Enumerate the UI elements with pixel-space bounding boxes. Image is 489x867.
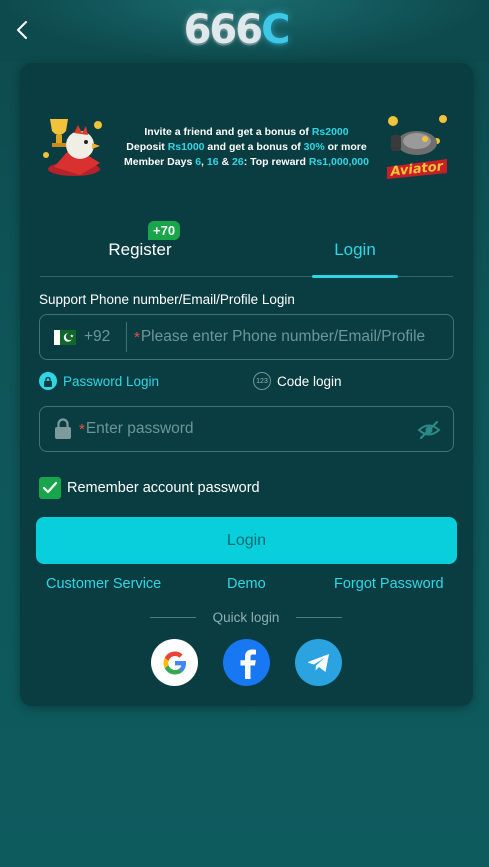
promo-line-2-mid: and get a bonus of (204, 140, 304, 153)
logo-digits: 666 (183, 7, 263, 53)
facebook-login-button[interactable] (223, 639, 270, 686)
phone-input[interactable]: +92 * Please enter Phone number/Email/Pr… (39, 314, 454, 360)
required-mark: * (134, 328, 140, 346)
promo-line-3: Member Days 6, 16 & 26: Top reward Rs1,0… (112, 155, 381, 170)
chevron-left-icon (17, 21, 27, 39)
deposit-amount: Rs1000 (167, 140, 205, 153)
login-button-label: Login (226, 531, 267, 549)
country-code-divider (126, 322, 127, 352)
promo-line-2-post: or more (324, 140, 367, 153)
quick-login-label: Quick login (212, 610, 280, 625)
tab-register-label: Register (108, 240, 172, 259)
back-button[interactable] (10, 16, 34, 44)
deposit-bonus-pct: 30% (303, 140, 325, 153)
remember-password-checkbox[interactable]: Remember account password (39, 477, 260, 499)
password-placeholder: Enter password (85, 420, 194, 437)
code-login-label: Code login (277, 373, 342, 389)
register-bonus-badge: +70 (148, 221, 181, 240)
aviator-label: Aviator (389, 159, 445, 180)
promo-text: Invite a friend and get a bonus of Rs200… (112, 125, 381, 170)
promo-line-2: Deposit Rs1000 and get a bonus of 30% or… (112, 140, 381, 155)
tab-register[interactable]: Register +70 (40, 221, 240, 277)
promo-line-2-text: Deposit (126, 140, 168, 153)
forgot-password-link[interactable]: Forgot Password (334, 576, 444, 592)
telegram-icon (307, 653, 329, 672)
promo-line-3-text: Member Days (124, 155, 196, 168)
country-code[interactable]: +92 (84, 328, 126, 346)
remember-label: Remember account password (67, 480, 260, 496)
promo-line-1-text: Invite a friend and get a bonus of (144, 125, 312, 138)
invite-bonus-amount: Rs2000 (311, 125, 349, 138)
lock-icon (55, 418, 71, 439)
customer-service-link[interactable]: Customer Service (46, 576, 161, 592)
chicken-trophy-art (40, 111, 112, 183)
pakistan-flag-icon (54, 329, 76, 345)
password-input[interactable]: * Enter password (39, 406, 454, 452)
logo-letter: C (261, 7, 290, 53)
facebook-icon (240, 649, 256, 679)
tab-login[interactable]: Login (310, 223, 400, 278)
member-day-2: 16 (206, 155, 219, 168)
phone-field-label: Support Phone number/Email/Profile Login (39, 292, 295, 307)
top-bar: 666 C (0, 0, 489, 62)
lock-circle-icon (39, 372, 57, 390)
code-login-option[interactable]: 123 Code login (253, 372, 342, 390)
divider-line-left (150, 617, 196, 618)
quick-login-divider: Quick login (150, 610, 342, 625)
login-button[interactable]: Login (36, 517, 457, 564)
promo-banner[interactable]: Invite a friend and get a bonus of Rs200… (40, 108, 453, 186)
telegram-login-button[interactable] (295, 639, 342, 686)
checkbox-checked-icon[interactable] (39, 477, 61, 499)
member-day-3: 26 (232, 155, 244, 168)
promo-sep-2: & (218, 155, 232, 168)
password-login-label: Password Login (63, 373, 160, 389)
tab-login-label: Login (334, 240, 376, 259)
eye-off-icon[interactable] (417, 419, 441, 441)
google-icon (163, 651, 186, 674)
phone-placeholder: Please enter Phone number/Email/Profile (140, 328, 426, 345)
auth-tabs: Register +70 Login (40, 221, 453, 278)
password-login-option[interactable]: Password Login (39, 372, 159, 390)
divider-line-right (295, 617, 342, 618)
required-mark: * (79, 420, 85, 438)
google-login-button[interactable] (151, 639, 198, 686)
top-reward-amount: Rs1,000,000 (308, 155, 369, 168)
promo-line-3-mid: : Top reward (243, 155, 309, 168)
demo-link[interactable]: Demo (227, 576, 266, 592)
login-card: Invite a friend and get a bonus of Rs200… (20, 63, 473, 706)
logo: 666 C (171, 6, 301, 54)
aviator-art: Aviator (381, 111, 453, 183)
code-123-icon: 123 (253, 372, 271, 390)
promo-line-1: Invite a friend and get a bonus of Rs200… (112, 125, 381, 140)
